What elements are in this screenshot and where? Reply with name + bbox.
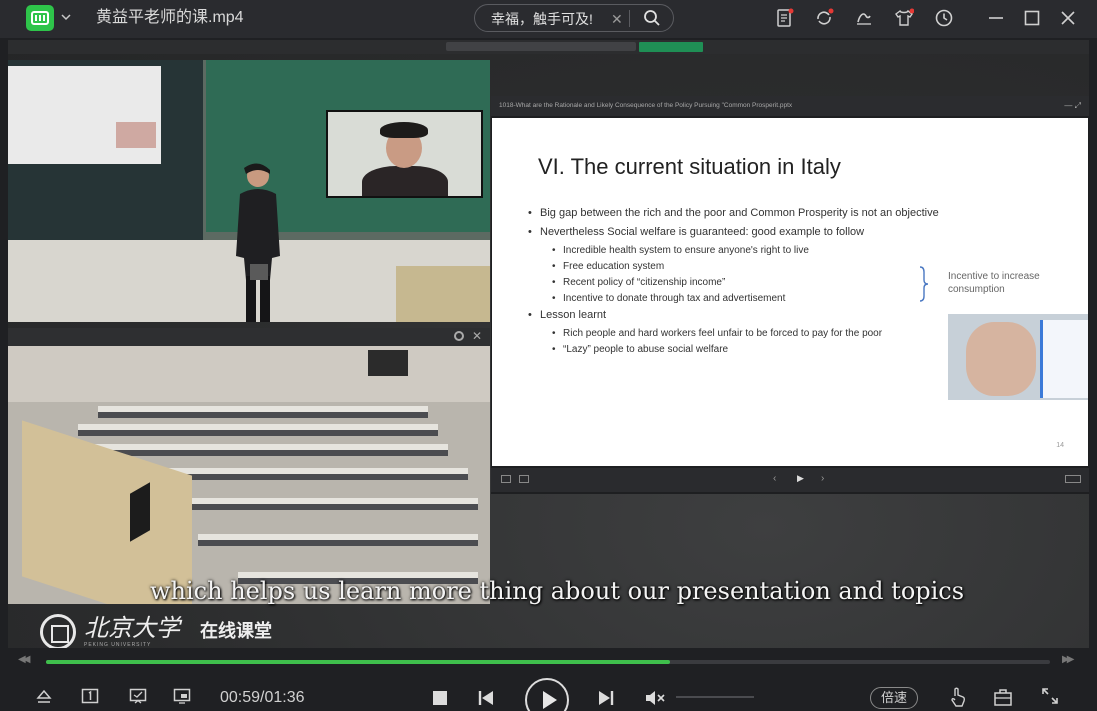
classroom-camera-view [8,60,490,322]
watermark-label: 在线课堂 [200,621,272,641]
danmaku-icon[interactable] [128,686,148,711]
slide-subbullet: Incredible health system to ensure anyon… [528,244,958,258]
slide-title: VI. The current situation in Italy [538,154,841,179]
search-box[interactable]: 幸福，触手可及! ✕ [474,4,674,32]
projector-screen [8,66,161,164]
expand-icon[interactable]: — ⤢ [1064,101,1081,111]
speed-button[interactable]: 倍速 [870,687,918,709]
video-frame[interactable]: ✕ 1018-What are the Rationale and Likely… [8,40,1089,648]
audience-camera-view: ✕ [8,328,490,604]
slide: VI. The current situation in Italy Big g… [492,118,1088,466]
episode-icon[interactable] [80,686,100,711]
slide-bullet: Nevertheless Social welfare is guarantee… [528,225,958,239]
brace-icon [919,266,929,302]
clock-icon[interactable] [934,8,954,28]
progress-area: ◀◀ ▶▶ [0,648,1097,672]
desk-row [78,424,438,436]
stop-icon[interactable] [430,688,450,711]
slide-bullet: Big gap between the rich and the poor an… [528,206,958,220]
search-divider [629,10,630,27]
playlist-icon[interactable] [774,8,794,28]
search-input[interactable]: 幸福，触手可及! [491,11,593,27]
stream-meta [446,42,636,51]
play-slide-icon[interactable]: ▶ [797,473,804,484]
gesture-icon[interactable] [948,686,968,711]
remote-speaker-view [326,110,483,198]
classroom-screen [368,350,408,376]
play-button[interactable] [525,678,569,711]
desk-row [198,534,478,546]
slide-side-note: Incentive to increase consumption [948,271,1040,295]
slide-grid-icon[interactable] [519,475,529,483]
next-icon[interactable] [596,688,616,711]
minimize-icon[interactable] [986,8,1006,28]
slide-toolbar: ‹ ▶ › [491,468,1089,492]
fullscreen-icon[interactable] [1040,686,1060,711]
desk-row [158,498,478,510]
slide-subbullet: Free education system [528,260,958,274]
gesture-icon[interactable] [854,8,874,28]
slide-subbullet: Recent policy of “citizenship income” [528,276,958,290]
mute-icon[interactable] [644,688,668,711]
slide-page-number: 14 [1056,442,1064,449]
progress-bar[interactable] [46,660,1050,664]
teacher-figure [236,163,280,322]
rewind-icon[interactable]: ◀◀ [18,654,31,665]
slide-subbullet: Rich people and hard workers feel unfair… [528,327,958,341]
pip-icon[interactable] [172,686,192,711]
slide-subbullet: Incentive to donate through tax and adve… [528,292,958,306]
classroom-wall [8,346,490,402]
camera-panel-header: ✕ [8,328,490,346]
slide-photo [948,314,1088,400]
maximize-icon[interactable] [1022,8,1042,28]
slide-bullet: Lesson learnt [528,308,958,322]
slide-bullets: Big gap between the rich and the poor an… [528,206,958,359]
close-icon[interactable]: ✕ [611,11,623,27]
previous-icon[interactable] [476,688,496,711]
search-icon[interactable] [635,7,669,29]
close-icon[interactable]: ✕ [472,329,482,343]
control-bar: 00:59/01:36 倍速 [0,672,1097,711]
slide-panel-header: 1018-What are the Rationale and Likely C… [491,96,1089,116]
fullscreen-slide-icon[interactable] [1065,475,1081,483]
stream-status-bar [8,40,1089,54]
sync-icon[interactable] [814,8,834,28]
volume-slider[interactable] [676,696,754,698]
slide-view-icon[interactable] [501,475,511,483]
slide-subbullet: “Lazy” people to abuse social welfare [528,343,958,357]
subtitle: which helps us learn more thing about ou… [150,577,965,605]
fast-forward-icon[interactable]: ▶▶ [1062,654,1075,665]
chevron-down-icon[interactable] [60,11,72,23]
video-title: 黄益平老师的课.mp4 [96,9,244,26]
toolbox-icon[interactable] [992,686,1014,711]
gear-icon[interactable] [454,331,464,341]
iqiyi-logo-icon[interactable] [26,5,54,31]
slide-panel: 1018-What are the Rationale and Likely C… [491,96,1089,494]
time-display: 00:59/01:36 [220,689,305,706]
podium [396,266,490,322]
player-window: 黄益平老师的课.mp4 幸福，触手可及! ✕ ✕ 1018-What are t… [0,0,1097,711]
eject-icon[interactable] [34,686,54,711]
slide-filename: 1018-What are the Rationale and Likely C… [499,102,793,109]
title-bar: 黄益平老师的课.mp4 幸福，触手可及! ✕ [0,0,1097,38]
stream-status-badge [639,42,703,52]
tshirt-icon[interactable] [894,8,915,28]
prev-slide-icon[interactable]: ‹ [773,473,776,484]
watermark-logo: 北京大学 [84,614,180,642]
close-window-icon[interactable] [1058,8,1078,28]
next-slide-icon[interactable]: › [821,473,824,484]
desk-row [98,406,428,418]
pku-seal-icon [40,614,76,648]
progress-fill [46,660,671,664]
